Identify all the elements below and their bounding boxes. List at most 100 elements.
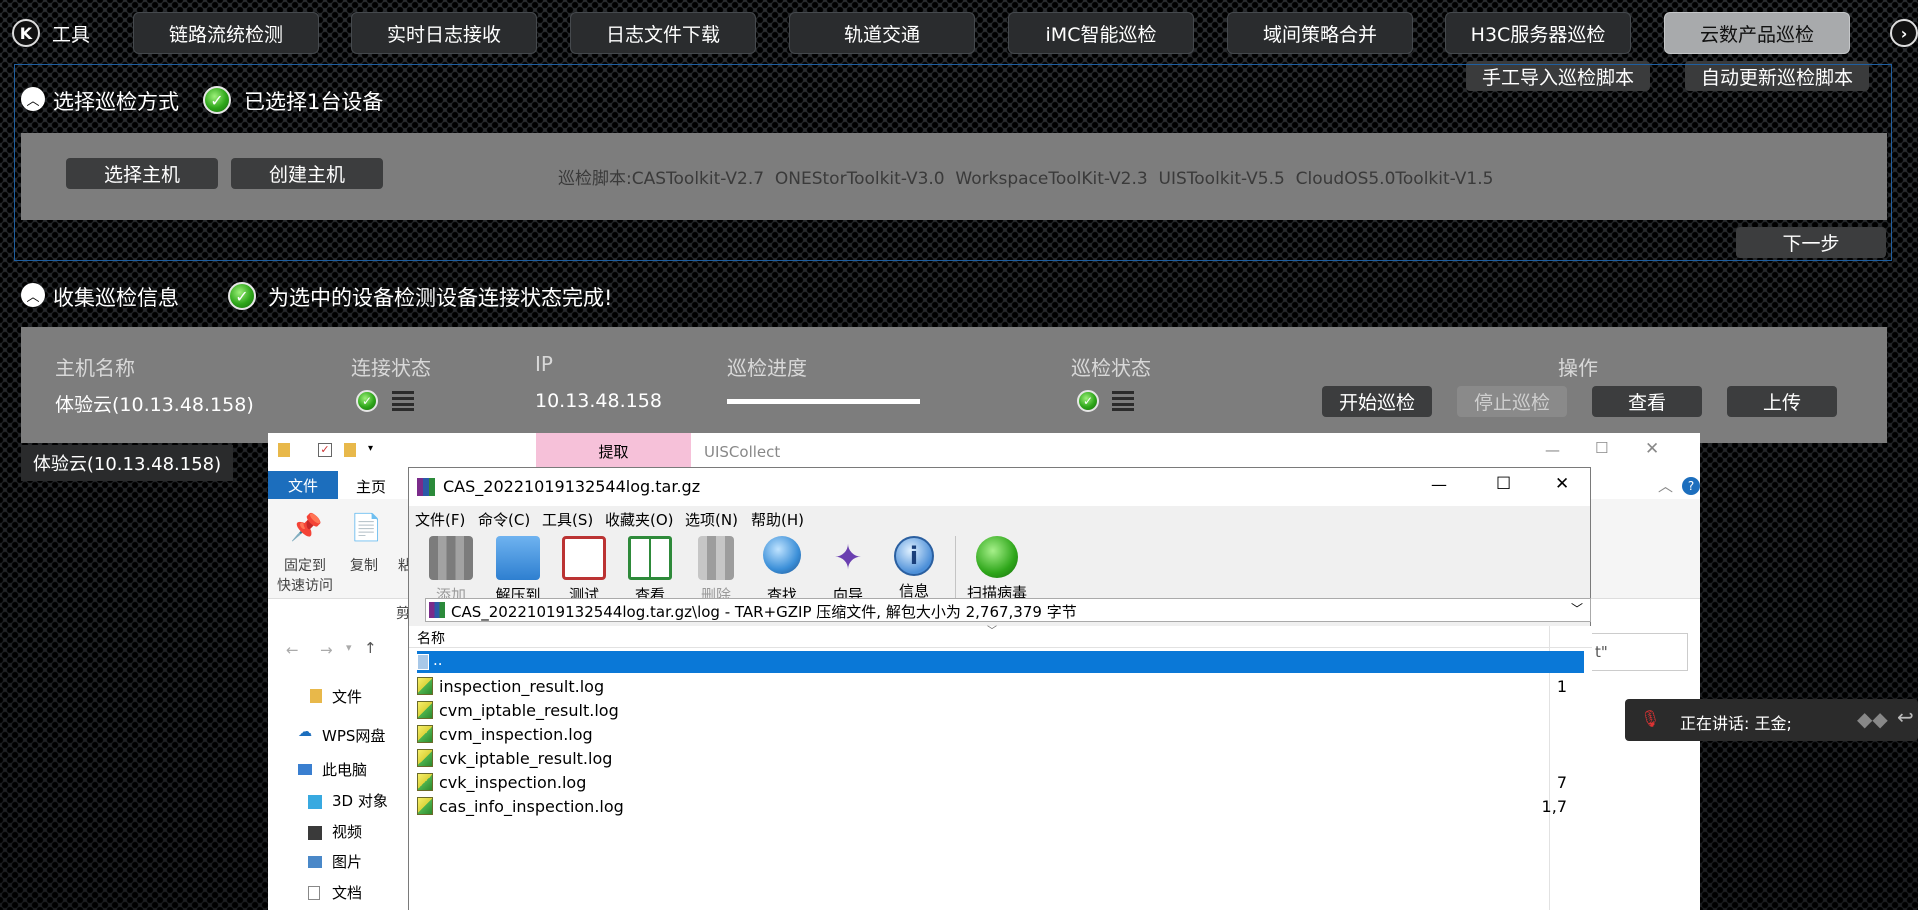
parent-folder-icon <box>417 654 429 670</box>
folder-small-icon[interactable] <box>344 443 356 457</box>
tool-delete[interactable]: 删除 <box>686 536 746 606</box>
winrar-window: CAS_20221019132544log.tar.gz — ☐ ✕ 文件(F)… <box>408 467 1592 910</box>
pin-label-2: 快速访问 <box>277 578 333 594</box>
forward-icon[interactable]: → <box>320 641 333 659</box>
close-icon[interactable]: ✕ <box>1645 439 1659 459</box>
collapse-icon-2[interactable]: ︿ <box>21 283 45 307</box>
up-icon[interactable]: ↑ <box>364 639 377 657</box>
file-row[interactable]: cas_info_inspection.log 1,7 <box>417 794 1567 818</box>
tool-wizard[interactable]: ✦ 向导 <box>818 536 878 606</box>
tools-label[interactable]: 工具 <box>52 20 90 47</box>
nav-this-pc[interactable]: 此电脑 <box>322 759 367 780</box>
status-check-icon-2: ✓ <box>228 282 256 310</box>
stop-inspection-button[interactable]: 停止巡检 <box>1457 386 1567 417</box>
create-host-button[interactable]: 创建主机 <box>231 158 383 189</box>
tab-log-download[interactable]: 日志文件下载 <box>570 12 756 54</box>
quick-folder-icon[interactable] <box>278 443 290 457</box>
checkbox-icon[interactable]: ✓ <box>318 443 332 457</box>
tab-link-flow-check[interactable]: 链路流统检测 <box>133 12 319 54</box>
file-name: cas_info_inspection.log <box>439 796 624 816</box>
conn-detail-icon[interactable] <box>392 391 414 411</box>
ribbon-tab-file[interactable]: 文件 <box>268 471 338 499</box>
tool-add[interactable]: 添加 <box>421 536 481 606</box>
log-file-icon <box>417 677 433 695</box>
extract-tab[interactable]: 提取 <box>536 433 691 469</box>
view-button[interactable]: 查看 <box>1592 386 1702 417</box>
ribbon-collapse-icon[interactable]: ︿ <box>1658 475 1673 496</box>
col-name-header[interactable]: 名称 <box>417 628 445 648</box>
next-page-icon[interactable]: › <box>1890 19 1918 47</box>
tab-imc-inspection[interactable]: iMC智能巡检 <box>1008 12 1194 54</box>
col-ip: IP <box>535 352 553 376</box>
menu-file[interactable]: 文件(F) <box>415 509 465 530</box>
menu-tools[interactable]: 工具(S) <box>542 509 593 530</box>
file-name: cvk_inspection.log <box>439 772 587 792</box>
ip-cell: 10.13.48.158 <box>535 390 662 412</box>
winrar-close-icon[interactable]: ✕ <box>1555 474 1569 494</box>
tab-policy-merge[interactable]: 域间策略合并 <box>1227 12 1413 54</box>
minimize-icon[interactable]: — <box>1545 441 1560 459</box>
tool-virus-scan[interactable]: 扫描病毒 <box>961 536 1033 606</box>
inspect-ok-icon: ✓ <box>1077 390 1099 412</box>
tools-logo-icon[interactable]: K <box>12 19 40 47</box>
file-row[interactable]: inspection_result.log 1 <box>417 674 1567 698</box>
winrar-minimize-icon[interactable]: — <box>1431 475 1447 494</box>
archive-add-icon <box>429 536 473 580</box>
nav-3d-objects[interactable]: 3D 对象 <box>332 790 388 811</box>
search-box[interactable]: t" <box>1588 633 1688 671</box>
tab-h3c-server[interactable]: H3C服务器巡检 <box>1445 12 1631 54</box>
collapse-icon[interactable]: ︿ <box>21 87 45 111</box>
tool-extract[interactable]: 解压到 <box>488 536 548 606</box>
tab-rail-transit[interactable]: 轨道交通 <box>789 12 975 54</box>
copy-icon[interactable]: 📄 <box>350 513 382 543</box>
start-inspection-button[interactable]: 开始巡检 <box>1322 386 1432 417</box>
col-conn-status: 连接状态 <box>351 356 431 380</box>
tool-test[interactable]: 测试 <box>554 536 614 606</box>
book-view-icon <box>628 536 672 580</box>
menu-favorites[interactable]: 收藏夹(O) <box>605 509 674 530</box>
recent-dropdown-icon[interactable]: ▾ <box>346 641 352 654</box>
next-step-button[interactable]: 下一步 <box>1736 227 1886 258</box>
menu-options[interactable]: 选项(N) <box>685 509 738 530</box>
tool-view[interactable]: 查看 <box>620 536 680 606</box>
ribbon-tab-home[interactable]: 主页 <box>356 476 386 497</box>
tab-cloud-product[interactable]: 云数产品巡检 <box>1664 12 1850 54</box>
toast-reply-icon[interactable]: ↩ <box>1897 705 1914 729</box>
inspect-detail-icon[interactable] <box>1112 391 1134 411</box>
menu-help[interactable]: 帮助(H) <box>751 509 804 530</box>
select-host-button[interactable]: 选择主机 <box>66 158 218 189</box>
tool-info[interactable]: i 信息 <box>884 536 944 606</box>
maximize-icon[interactable]: ☐ <box>1595 439 1608 457</box>
tab-realtime-log[interactable]: 实时日志接收 <box>351 12 537 54</box>
nav-wps-drive[interactable]: WPS网盘 <box>322 725 385 746</box>
path-dropdown-icon[interactable]: ﹀ <box>1571 600 1583 617</box>
trash-icon <box>698 536 734 580</box>
section1-title: 选择巡检方式 <box>53 90 179 114</box>
help-icon[interactable]: ? <box>1682 477 1700 495</box>
nav-files[interactable]: 文件 <box>332 686 362 707</box>
parent-row[interactable]: .. <box>417 651 1584 673</box>
file-row[interactable]: cvm_iptable_result.log <box>417 698 1567 722</box>
winrar-maximize-icon[interactable]: ☐ <box>1496 474 1511 494</box>
pin-icon[interactable]: 📌 <box>290 513 322 543</box>
winrar-title: CAS_20221019132544log.tar.gz <box>443 477 701 496</box>
file-row[interactable]: cvm_inspection.log <box>417 722 1567 746</box>
nav-documents[interactable]: 文档 <box>332 882 362 903</box>
menu-command[interactable]: 命令(C) <box>478 509 530 530</box>
nav-pictures[interactable]: 图片 <box>332 851 362 872</box>
dropdown-small-icon[interactable]: ▾ <box>368 443 373 454</box>
winrar-app-icon <box>417 478 435 496</box>
file-row[interactable]: cvk_inspection.log 7 <box>417 770 1567 794</box>
back-icon[interactable]: ← <box>286 641 299 659</box>
conn-ok-icon: ✓ <box>356 390 378 412</box>
script-versions: 巡检脚本:CASToolkit-V2.7 ONEStorToolkit-V3.0… <box>558 169 1494 189</box>
nav-videos[interactable]: 视频 <box>332 821 362 842</box>
tool-find[interactable]: 查找 <box>752 536 812 606</box>
toast-arrow-icon[interactable]: ◆◆ <box>1857 707 1888 731</box>
log-file-icon <box>417 725 433 743</box>
clipboard-test-icon <box>562 536 606 580</box>
status-check-icon: ✓ <box>203 86 231 114</box>
file-row[interactable]: cvk_iptable_result.log <box>417 746 1567 770</box>
upload-button[interactable]: 上传 <box>1727 386 1837 417</box>
col-progress: 巡检进度 <box>727 356 807 380</box>
